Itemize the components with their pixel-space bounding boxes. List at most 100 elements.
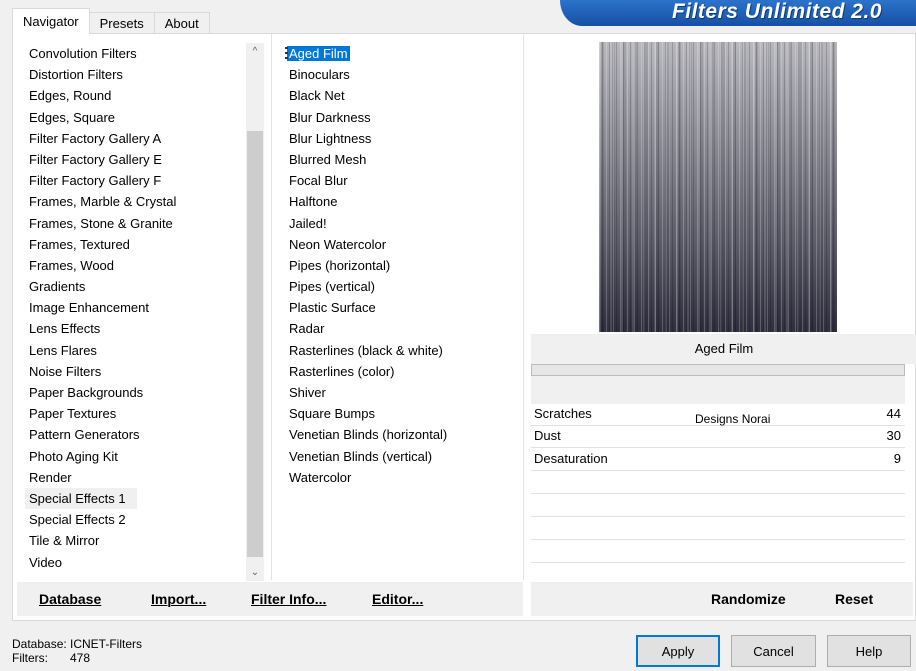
category-item[interactable]: Lens Effects: [25, 318, 255, 339]
category-item[interactable]: Frames, Stone & Granite: [25, 213, 255, 234]
filter-item[interactable]: Venetian Blinds (vertical): [285, 446, 515, 467]
category-item[interactable]: Filter Factory Gallery E: [25, 149, 255, 170]
filter-item-label: Blurred Mesh: [289, 151, 367, 167]
filter-item-label: Binoculars: [289, 67, 350, 83]
filter-item-label: Black Net: [289, 88, 345, 104]
reset-button[interactable]: Reset: [835, 582, 873, 616]
category-item[interactable]: Frames, Textured: [25, 234, 255, 255]
filter-item[interactable]: Black Net: [285, 85, 515, 106]
preview-image: [599, 42, 837, 332]
category-item[interactable]: Special Effects 2: [25, 509, 255, 530]
divider: [531, 539, 905, 540]
randomize-button[interactable]: Randomize: [711, 582, 786, 616]
param-row-dust[interactable]: Dust 30: [531, 425, 905, 447]
filter-item[interactable]: Blurred Mesh: [285, 149, 515, 170]
navigator-panel: Convolution Filters Distortion Filters Edg…: [12, 33, 916, 621]
filter-item[interactable]: Pipes (vertical): [285, 276, 515, 297]
filter-item[interactable]: Pipes (horizontal): [285, 255, 515, 276]
param-value: 30: [886, 428, 901, 443]
category-scrollbar[interactable]: ^ ⌄: [246, 43, 264, 581]
scroll-up-icon[interactable]: ^: [246, 43, 264, 60]
category-item[interactable]: Photo Aging Kit: [25, 446, 255, 467]
category-item[interactable]: Video: [25, 552, 255, 573]
import-button[interactable]: Import...: [151, 582, 206, 616]
filter-item[interactable]: Neon Watercolor: [285, 234, 515, 255]
filter-item[interactable]: Venetian Blinds (horizontal): [285, 424, 515, 445]
filter-item[interactable]: Binoculars: [285, 64, 515, 85]
param-value: 44: [886, 406, 901, 421]
filter-item-label: Shiver: [289, 385, 326, 400]
category-item[interactable]: Paper Textures: [25, 403, 255, 424]
category-item[interactable]: Pattern Generators: [25, 424, 255, 445]
filter-item-label: Focal Blur: [289, 173, 348, 189]
preview-pane: Aged Film Scratches 44 Dust 30 Desaturat…: [531, 34, 916, 580]
database-label: Database:: [12, 637, 67, 651]
filters-count: 478: [70, 651, 91, 665]
filter-item[interactable]: Aged Film: [285, 43, 515, 64]
category-item[interactable]: Image Enhancement: [25, 297, 255, 318]
cancel-button[interactable]: Cancel: [731, 635, 816, 667]
category-list[interactable]: Convolution Filters Distortion Filters Edg…: [25, 43, 255, 581]
category-item[interactable]: Render: [25, 467, 255, 488]
editor-button[interactable]: Editor...: [372, 582, 423, 616]
category-item[interactable]: Frames, Wood: [25, 255, 255, 276]
category-item[interactable]: Paper Backgrounds: [25, 382, 255, 403]
param-value: 9: [893, 451, 901, 466]
category-item[interactable]: Convolution Filters: [25, 43, 255, 64]
database-button[interactable]: Database: [39, 582, 101, 616]
filter-item-label: Blur Darkness: [289, 109, 371, 125]
category-item[interactable]: Special Effects 1: [25, 487, 137, 510]
filter-item[interactable]: Halftone: [285, 191, 515, 212]
database-value: ICNET-Filters: [70, 637, 142, 651]
right-button-bar: Randomize Reset: [531, 582, 913, 616]
tab-about[interactable]: About: [153, 12, 210, 34]
divider: [271, 34, 272, 580]
tab-navigator[interactable]: Navigator: [12, 8, 90, 34]
filter-item[interactable]: Radar: [285, 318, 515, 339]
credit-text: Designs Norai: [695, 412, 771, 426]
divider: [523, 34, 524, 580]
help-button[interactable]: Help: [827, 635, 911, 667]
filter-item-label: Pipes (vertical): [289, 279, 375, 295]
filter-item-label: Jailed!: [289, 215, 327, 231]
category-item[interactable]: Gradients: [25, 276, 255, 297]
title-banner: Filters Unlimited 2.0: [560, 0, 916, 26]
category-item[interactable]: Filter Factory Gallery A: [25, 128, 255, 149]
filter-item[interactable]: Rasterlines (color): [285, 361, 515, 382]
category-item[interactable]: Frames, Marble & Crystal: [25, 191, 255, 212]
filter-item[interactable]: Focal Blur: [285, 170, 515, 191]
divider: [531, 562, 905, 563]
status-area: Database: ICNET-Filters Filters: 478: [12, 637, 142, 665]
category-item[interactable]: Tile & Mirror: [25, 530, 255, 551]
filter-item-label: Blur Lightness: [289, 130, 372, 146]
category-item[interactable]: Filter Factory Gallery F: [25, 170, 255, 191]
filter-item-label: Rasterlines (black & white): [289, 342, 443, 358]
category-item[interactable]: Edges, Round: [25, 85, 255, 106]
apply-button[interactable]: Apply: [636, 635, 720, 667]
filter-item[interactable]: Blur Darkness: [285, 107, 515, 128]
scroll-thumb[interactable]: [247, 131, 263, 557]
controls-area: [531, 376, 905, 404]
category-item[interactable]: Lens Flares: [25, 340, 255, 361]
filter-item[interactable]: Shiver: [285, 382, 515, 403]
param-name: Desaturation: [534, 451, 608, 466]
param-row-desaturation[interactable]: Desaturation 9: [531, 448, 905, 470]
category-item[interactable]: Edges, Square: [25, 107, 255, 128]
filter-item[interactable]: Square Bumps: [285, 403, 515, 424]
filter-item[interactable]: Rasterlines (black & white): [285, 340, 515, 361]
category-item[interactable]: Noise Filters: [25, 361, 255, 382]
filter-list[interactable]: Aged Film Binoculars Black Net Blur Darknes…: [285, 43, 515, 581]
filter-item[interactable]: Watercolor: [285, 467, 515, 488]
category-item[interactable]: Distortion Filters: [25, 64, 255, 85]
filter-item[interactable]: Blur Lightness: [285, 128, 515, 149]
filter-info-button[interactable]: Filter Info...: [251, 582, 326, 616]
filter-item-label: Venetian Blinds (horizontal): [289, 427, 448, 443]
filter-item-label: Watercolor: [289, 469, 352, 485]
tab-presets[interactable]: Presets: [88, 12, 155, 34]
banner-title: Filters Unlimited 2.0: [671, 0, 882, 23]
divider: [531, 516, 905, 517]
scroll-down-icon[interactable]: ⌄: [246, 564, 264, 581]
filter-item[interactable]: Plastic Surface: [285, 297, 515, 318]
grip-icon: [285, 47, 288, 59]
filter-item[interactable]: Jailed!: [285, 213, 515, 234]
